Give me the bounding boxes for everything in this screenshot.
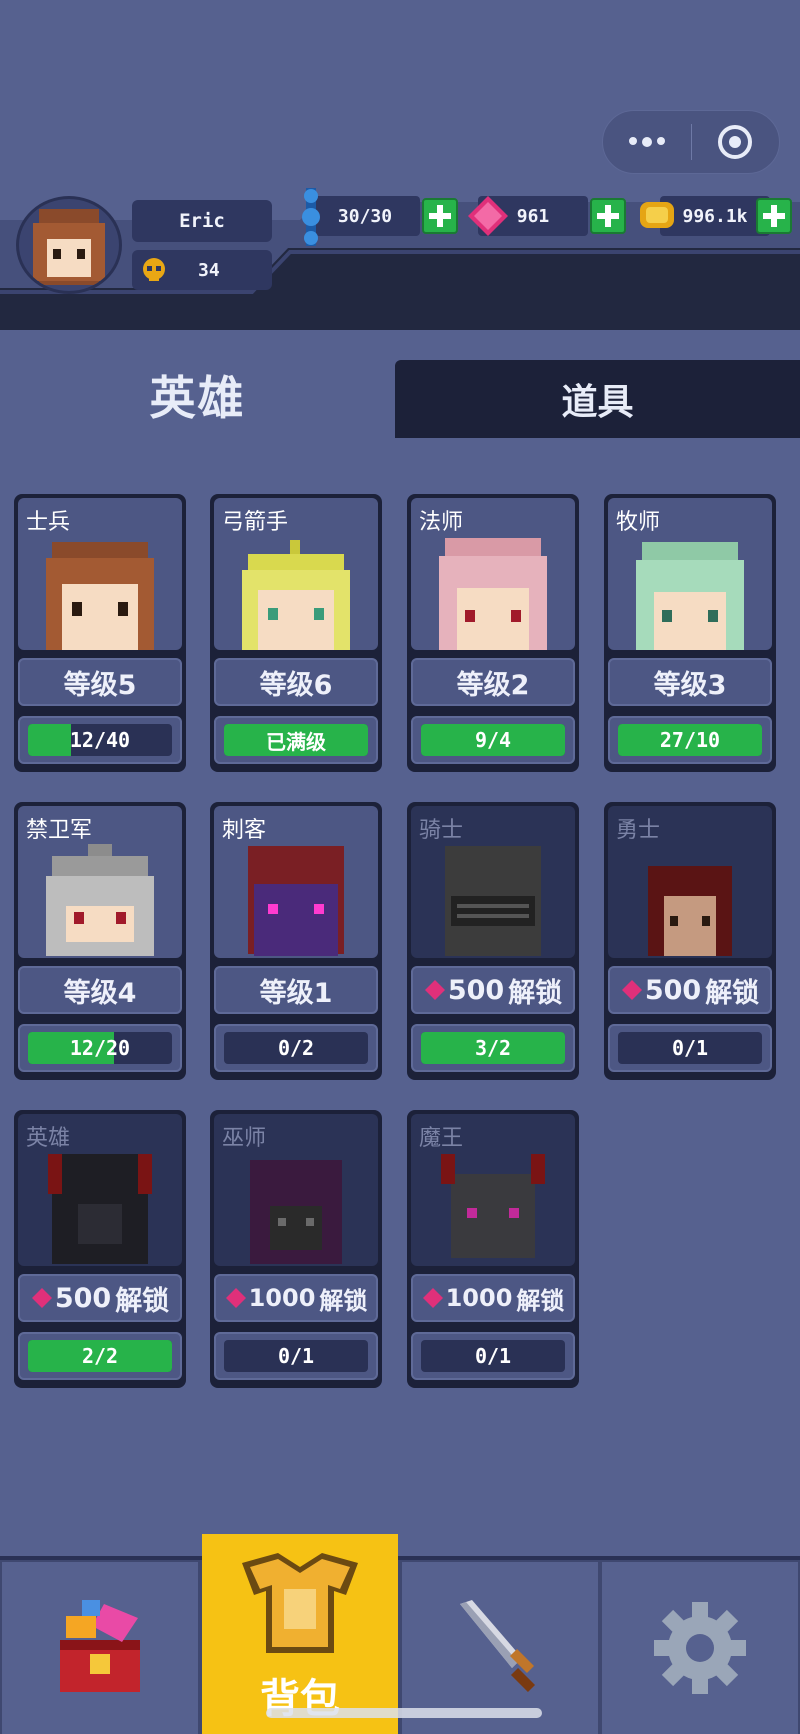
hero-name: 巫师 <box>222 1126 267 1151</box>
nav-shop-button[interactable] <box>2 1562 198 1734</box>
add-energy-button[interactable] <box>422 198 458 234</box>
hero-progress: 3/2 <box>411 1024 575 1072</box>
hero-card-warrior[interactable]: 勇士 500 解锁 0/1 <box>604 802 776 1080</box>
soldier-face-icon <box>33 209 105 285</box>
hero-progress-text: 12/20 <box>69 1036 131 1060</box>
hero-level-button[interactable]: 等级5 <box>18 658 182 706</box>
treasure-chest-icon <box>60 1600 140 1692</box>
gold-coin-icon <box>640 202 674 228</box>
close-miniprogram-button[interactable] <box>692 111 780 173</box>
unlock-label: 解锁 <box>319 1286 368 1315</box>
more-dots-icon <box>628 137 665 147</box>
unlock-button[interactable]: 1000 解锁 <box>214 1274 378 1322</box>
gem-icon <box>621 980 642 1000</box>
hero-progress: 12/40 <box>18 716 182 764</box>
hero-progress-text: 0/1 <box>277 1344 315 1368</box>
hero-name: 法师 <box>419 510 464 535</box>
unlock-button[interactable]: 500 解锁 <box>411 966 575 1014</box>
player-level-value: 34 <box>198 259 220 281</box>
hero-name: 英雄 <box>26 1126 71 1151</box>
target-icon <box>718 125 753 159</box>
add-gems-button[interactable] <box>590 198 626 234</box>
hero-progress: 2/2 <box>18 1332 182 1380</box>
hero-progress-text: 2/2 <box>81 1344 119 1368</box>
energy-crystal-icon <box>302 188 320 246</box>
hero-progress-text: 9/4 <box>474 728 512 752</box>
hero-card-wizard[interactable]: 巫师 1000 解锁 0/1 <box>210 1110 382 1388</box>
player-name: Eric <box>132 200 272 242</box>
unlock-label: 解锁 <box>516 1286 565 1315</box>
player-level: 34 <box>132 250 272 290</box>
hero-level-button[interactable]: 等级1 <box>214 966 378 1014</box>
armor-icon <box>242 1553 358 1653</box>
hero-card-mage[interactable]: 法师 等级2 9/4 <box>407 494 579 772</box>
hero-progress: 已满级 <box>214 716 378 764</box>
hero-progress: 12/20 <box>18 1024 182 1072</box>
player-avatar[interactable] <box>16 196 122 294</box>
tab-items[interactable]: 道具 <box>395 360 800 438</box>
hero-card-knight[interactable]: 骑士 500 解锁 3/2 <box>407 802 579 1080</box>
hero-progress: 0/1 <box>411 1332 575 1380</box>
hero-card-assassin[interactable]: 刺客 等级1 0/2 <box>210 802 382 1080</box>
hero-progress: 9/4 <box>411 716 575 764</box>
unlock-button[interactable]: 500 解锁 <box>18 1274 182 1322</box>
gear-icon <box>654 1602 746 1694</box>
skull-icon <box>143 258 165 281</box>
hero-level-button[interactable]: 等级2 <box>411 658 575 706</box>
more-menu-button[interactable] <box>603 111 691 173</box>
hero-name: 禁卫军 <box>26 818 93 843</box>
sword-icon <box>460 1600 536 1693</box>
hero-card-archer[interactable]: 弓箭手 等级6 已满级 <box>210 494 382 772</box>
nav-settings-button[interactable] <box>602 1562 798 1734</box>
unlock-label: 解锁 <box>705 977 760 1009</box>
unlock-cost: 500 <box>447 974 505 1006</box>
hero-card-demon-king[interactable]: 魔王 1000 解锁 0/1 <box>407 1110 579 1388</box>
gem-icon <box>225 1288 246 1308</box>
home-indicator[interactable] <box>266 1708 542 1718</box>
hero-name: 刺客 <box>222 818 267 843</box>
hero-card-hero[interactable]: 英雄 500 解锁 2/2 <box>14 1110 186 1388</box>
miniprogram-capsule <box>602 110 780 174</box>
hero-name: 牧师 <box>616 510 661 535</box>
hero-name: 士兵 <box>26 510 71 535</box>
unlock-label: 解锁 <box>508 977 563 1009</box>
hero-progress: 0/2 <box>214 1024 378 1072</box>
gem-icon <box>424 980 445 1000</box>
hero-card-guard[interactable]: 禁卫军 等级4 12/20 <box>14 802 186 1080</box>
gem-icon <box>31 1288 52 1308</box>
hero-progress-text: 0/1 <box>474 1344 512 1368</box>
hero-level-button[interactable]: 等级4 <box>18 966 182 1014</box>
hero-progress: 0/1 <box>214 1332 378 1380</box>
gem-icon <box>422 1288 443 1308</box>
unlock-cost: 500 <box>644 974 702 1006</box>
tab-heroes[interactable]: 英雄 <box>0 352 395 438</box>
unlock-label: 解锁 <box>115 1285 170 1317</box>
hero-card-soldier[interactable]: 士兵 等级5 12/40 <box>14 494 186 772</box>
hero-progress: 27/10 <box>608 716 772 764</box>
hero-progress-text: 12/40 <box>69 728 131 752</box>
hero-level-button[interactable]: 等级3 <box>608 658 772 706</box>
unlock-cost: 1000 <box>248 1284 316 1312</box>
hero-progress-text: 27/10 <box>659 728 721 752</box>
hero-progress: 0/1 <box>608 1024 772 1072</box>
gem-icon <box>468 196 508 236</box>
energy-counter: 30/30 <box>310 196 420 236</box>
unlock-cost: 500 <box>54 1282 112 1314</box>
hero-level-button[interactable]: 等级6 <box>214 658 378 706</box>
hero-name: 勇士 <box>616 818 661 843</box>
hero-name: 骑士 <box>419 818 464 843</box>
hero-name: 弓箭手 <box>222 510 289 535</box>
hero-name: 魔王 <box>419 1126 464 1151</box>
unlock-button[interactable]: 1000 解锁 <box>411 1274 575 1322</box>
hero-progress-text: 已满级 <box>266 729 326 754</box>
nav-bag-button[interactable]: 背包 <box>202 1534 398 1734</box>
hero-card-priest[interactable]: 牧师 等级3 27/10 <box>604 494 776 772</box>
hero-progress-text: 0/2 <box>277 1036 315 1060</box>
hero-progress-text: 3/2 <box>474 1036 512 1060</box>
unlock-button[interactable]: 500 解锁 <box>608 966 772 1014</box>
hero-progress-text: 0/1 <box>671 1036 709 1060</box>
add-gold-button[interactable] <box>756 198 792 234</box>
unlock-cost: 1000 <box>445 1284 513 1312</box>
